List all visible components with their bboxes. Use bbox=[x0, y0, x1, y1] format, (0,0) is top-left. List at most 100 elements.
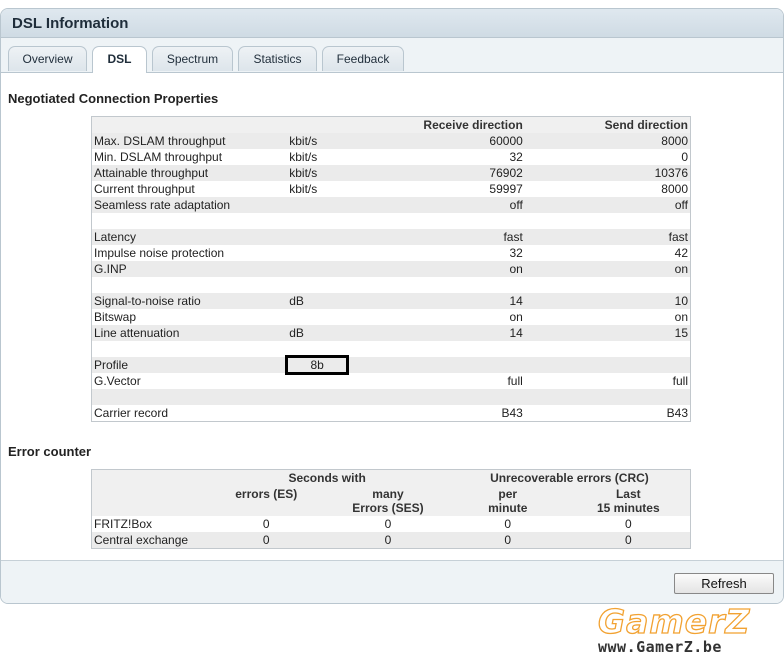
send-value: 10 bbox=[524, 293, 691, 309]
table-row: G.INP on on bbox=[91, 261, 691, 277]
table-row: Min. DSLAM throughput kbit/s 32 0 bbox=[91, 149, 691, 165]
property-label: Min. DSLAM throughput bbox=[91, 149, 288, 165]
last-15-minutes-header: Last 15 minutes bbox=[566, 486, 691, 516]
receive-value: 60000 bbox=[347, 133, 525, 149]
error-counter-title: Error counter bbox=[8, 444, 92, 459]
property-unit: kbit/s bbox=[287, 149, 348, 165]
error-group-header-row: Seconds with Unrecoverable errors (CRC) bbox=[91, 469, 691, 486]
send-value: 42 bbox=[524, 245, 691, 261]
tab-feedback[interactable]: Feedback bbox=[322, 46, 404, 71]
send-value bbox=[524, 389, 691, 405]
property-label: Seamless rate adaptation bbox=[91, 197, 288, 213]
refresh-button[interactable]: Refresh bbox=[674, 573, 774, 594]
table-row: Profile 8b bbox=[91, 355, 691, 375]
receive-value: 32 bbox=[347, 149, 525, 165]
property-label: Bitswap bbox=[91, 309, 288, 325]
error-row-label: Central exchange bbox=[91, 532, 206, 549]
table-row bbox=[91, 341, 691, 357]
property-unit bbox=[287, 341, 348, 357]
panel-footer: Refresh bbox=[1, 560, 783, 603]
property-label bbox=[91, 341, 288, 357]
property-label: Attainable throughput bbox=[91, 165, 288, 181]
send-value: 8000 bbox=[524, 133, 691, 149]
receive-value: 32 bbox=[347, 245, 525, 261]
send-value: 0 bbox=[524, 149, 691, 165]
table-row bbox=[91, 389, 691, 405]
property-label bbox=[91, 389, 288, 405]
error-counter-table: Seconds with Unrecoverable errors (CRC) … bbox=[91, 469, 691, 549]
receive-value: 76902 bbox=[347, 165, 525, 181]
connection-table-body: Max. DSLAM throughput kbit/s 60000 8000 Min.… bbox=[91, 133, 691, 422]
property-unit: kbit/s bbox=[287, 165, 348, 181]
table-row: Current throughput kbit/s 59997 8000 bbox=[91, 181, 691, 197]
tab-statistics[interactable]: Statistics bbox=[238, 46, 317, 71]
send-value bbox=[524, 357, 691, 373]
es-value: 0 bbox=[205, 516, 328, 532]
property-label: G.Vector bbox=[91, 373, 288, 389]
gamerz-watermark: GamerZ www.GamerZ.be bbox=[597, 601, 768, 658]
property-unit bbox=[287, 197, 348, 213]
es-value: 0 bbox=[205, 532, 328, 549]
property-unit: kbit/s bbox=[287, 181, 348, 197]
send-value: 10376 bbox=[524, 165, 691, 181]
send-value: off bbox=[524, 197, 691, 213]
per-minute-value: 0 bbox=[448, 532, 567, 549]
property-unit bbox=[287, 373, 348, 389]
table-row bbox=[91, 213, 691, 229]
watermark-brand: GamerZ bbox=[597, 601, 751, 641]
dsl-information-panel: DSL Information Overview DSL Spectrum St… bbox=[0, 8, 784, 604]
tab-dsl[interactable]: DSL bbox=[92, 46, 147, 73]
property-unit bbox=[287, 213, 348, 229]
property-label bbox=[91, 213, 288, 229]
property-label: Latency bbox=[91, 229, 288, 245]
receive-value: full bbox=[347, 373, 525, 389]
table-row: Bitswap on on bbox=[91, 309, 691, 325]
property-label bbox=[91, 277, 288, 293]
table-row: Line attenuation dB 14 15 bbox=[91, 325, 691, 341]
ses-value: 0 bbox=[327, 516, 449, 532]
per-minute-header: per minute bbox=[448, 486, 567, 516]
page-title: DSL Information bbox=[12, 15, 129, 32]
receive-value: on bbox=[347, 309, 525, 325]
connection-section-title: Negotiated Connection Properties bbox=[8, 91, 219, 106]
send-value: 8000 bbox=[524, 181, 691, 197]
connection-properties-table: Receive direction Send direction Max. DS… bbox=[91, 116, 691, 422]
ses-value: 0 bbox=[327, 532, 449, 549]
table-row: Central exchange 0 0 0 0 bbox=[91, 532, 691, 549]
property-label: Signal-to-noise ratio bbox=[91, 293, 288, 309]
receive-value: on bbox=[347, 261, 525, 277]
property-unit: dB bbox=[287, 325, 348, 341]
error-row-label: FRITZ!Box bbox=[91, 516, 206, 532]
send-value: 15 bbox=[524, 325, 691, 341]
profile-value: 8b bbox=[285, 355, 350, 375]
table-row: Attainable throughput kbit/s 76902 10376 bbox=[91, 165, 691, 181]
property-unit: kbit/s bbox=[287, 133, 348, 149]
last-15-value: 0 bbox=[566, 532, 691, 549]
property-label: Impulse noise protection bbox=[91, 245, 288, 261]
table-row: Max. DSLAM throughput kbit/s 60000 8000 bbox=[91, 133, 691, 149]
property-label: Profile bbox=[91, 357, 288, 373]
tab-spectrum[interactable]: Spectrum bbox=[152, 46, 233, 71]
table-row: Latency fast fast bbox=[91, 229, 691, 245]
property-unit bbox=[287, 405, 348, 422]
receive-value: 14 bbox=[347, 325, 525, 341]
send-value: full bbox=[524, 373, 691, 389]
receive-value: off bbox=[347, 197, 525, 213]
receive-value: 59997 bbox=[347, 181, 525, 197]
receive-value bbox=[347, 213, 525, 229]
send-value: B43 bbox=[524, 405, 691, 422]
ses-header: many Errors (SES) bbox=[327, 486, 449, 516]
last-15-value: 0 bbox=[566, 516, 691, 532]
tab-overview[interactable]: Overview bbox=[8, 46, 87, 71]
es-header: errors (ES) bbox=[205, 486, 328, 516]
receive-value bbox=[347, 357, 525, 373]
send-value bbox=[524, 277, 691, 293]
table-row: Signal-to-noise ratio dB 14 10 bbox=[91, 293, 691, 309]
table-row: FRITZ!Box 0 0 0 0 bbox=[91, 516, 691, 532]
property-unit bbox=[287, 389, 348, 405]
table-header-row: Receive direction Send direction bbox=[91, 116, 691, 133]
send-value: fast bbox=[524, 229, 691, 245]
seconds-with-header: Seconds with bbox=[205, 469, 449, 486]
send-value: on bbox=[524, 309, 691, 325]
property-unit bbox=[287, 277, 348, 293]
